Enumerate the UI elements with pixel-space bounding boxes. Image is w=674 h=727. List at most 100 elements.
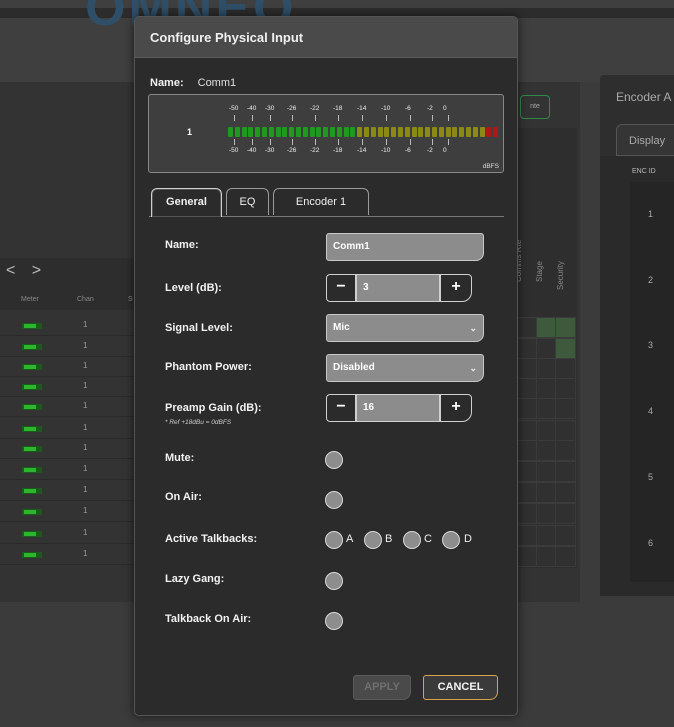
- meter-scale-label: -30: [265, 105, 275, 112]
- channel-row[interactable]: 1: [0, 398, 134, 417]
- meter-led: [316, 127, 322, 137]
- routing-cell[interactable]: [555, 546, 576, 567]
- meter-led: [391, 127, 397, 137]
- talkback-b-toggle[interactable]: [364, 531, 382, 549]
- row-chan: 1: [83, 320, 88, 329]
- routing-cell[interactable]: [536, 482, 557, 503]
- channel-row[interactable]: 1: [0, 440, 134, 459]
- partial-button[interactable]: nte: [520, 95, 550, 119]
- talkback-c-toggle[interactable]: [403, 531, 421, 549]
- routing-cell[interactable]: [555, 338, 576, 359]
- routing-cell[interactable]: [517, 461, 538, 482]
- routing-cell[interactable]: [555, 440, 576, 461]
- routing-cell[interactable]: [555, 398, 576, 419]
- page-nav-arrows[interactable]: < >: [6, 262, 47, 280]
- routing-cell[interactable]: [536, 525, 557, 546]
- channel-row[interactable]: 1: [0, 420, 134, 439]
- routing-cell[interactable]: [536, 338, 557, 359]
- routing-cell[interactable]: [517, 420, 538, 441]
- routing-cell[interactable]: [517, 503, 538, 524]
- row-chan: 1: [83, 485, 88, 494]
- on-air-toggle[interactable]: [325, 491, 343, 509]
- routing-cell[interactable]: [517, 317, 538, 338]
- routing-cell[interactable]: [536, 503, 557, 524]
- lazy-gang-toggle[interactable]: [325, 572, 343, 590]
- meter-scale-label: -10: [381, 147, 391, 154]
- channel-row[interactable]: 1: [0, 461, 134, 480]
- meter-scale-label: -2: [427, 105, 433, 112]
- routing-cell[interactable]: [555, 378, 576, 399]
- channel-row[interactable]: 1: [0, 317, 134, 336]
- channel-row[interactable]: 1: [0, 546, 134, 565]
- tab-display[interactable]: Display: [616, 124, 674, 156]
- meter-led: [486, 127, 492, 137]
- preamp-gain-input[interactable]: 16: [356, 394, 440, 422]
- row-meter: [22, 364, 42, 370]
- meter-tick: [292, 139, 293, 145]
- routing-cell[interactable]: [517, 358, 538, 379]
- routing-cell[interactable]: [555, 317, 576, 338]
- routing-cell[interactable]: [517, 398, 538, 419]
- routing-cell[interactable]: [536, 461, 557, 482]
- routing-cell[interactable]: [517, 440, 538, 461]
- mute-toggle[interactable]: [325, 451, 343, 469]
- routing-cell[interactable]: [536, 358, 557, 379]
- level-increment-button[interactable]: +: [440, 274, 472, 302]
- meter-scale-label: -40: [247, 105, 257, 112]
- meter-leds: [228, 127, 500, 137]
- preamp-gain-decrement-button[interactable]: −: [326, 394, 356, 422]
- talkback-d-toggle[interactable]: [442, 531, 460, 549]
- talkback-on-air-toggle[interactable]: [325, 612, 343, 630]
- routing-cell[interactable]: [517, 378, 538, 399]
- level-stepper: − 3 +: [326, 274, 472, 302]
- apply-button[interactable]: APPLY: [353, 675, 411, 700]
- channel-row[interactable]: 1: [0, 358, 134, 377]
- routing-cell[interactable]: [536, 420, 557, 441]
- routing-cell[interactable]: [555, 420, 576, 441]
- meter-scale-label: -26: [287, 105, 297, 112]
- vertical-label-security: Security: [556, 261, 565, 290]
- routing-cell[interactable]: [536, 440, 557, 461]
- level-decrement-button[interactable]: −: [326, 274, 356, 302]
- talkback-a-toggle[interactable]: [325, 531, 343, 549]
- routing-cell[interactable]: [517, 482, 538, 503]
- routing-cell[interactable]: [555, 525, 576, 546]
- tab-general[interactable]: General: [151, 188, 222, 217]
- meter-tick: [252, 139, 253, 145]
- cancel-button[interactable]: CANCEL: [423, 675, 498, 700]
- routing-cell[interactable]: [555, 503, 576, 524]
- meter-led: [282, 127, 288, 137]
- signal-level-label: Signal Level:: [165, 322, 233, 334]
- preamp-gain-increment-button[interactable]: +: [440, 394, 472, 422]
- col-header-chan: Chan: [77, 296, 94, 303]
- tab-eq[interactable]: EQ: [226, 188, 269, 215]
- preamp-gain-label: Preamp Gain (dB):: [165, 402, 262, 414]
- name-input[interactable]: Comm1: [326, 233, 484, 261]
- tab-encoder-1[interactable]: Encoder 1: [273, 188, 369, 215]
- level-input[interactable]: 3: [356, 274, 440, 302]
- talkback-on-air-label: Talkback On Air:: [165, 613, 252, 625]
- channel-row[interactable]: 1: [0, 525, 134, 544]
- meter-tick: [410, 115, 411, 121]
- routing-cell[interactable]: [536, 378, 557, 399]
- channel-row[interactable]: 1: [0, 482, 134, 501]
- routing-cell[interactable]: [517, 546, 538, 567]
- meter-tick: [386, 115, 387, 121]
- signal-level-select[interactable]: Mic ⌄: [326, 314, 484, 342]
- routing-cell[interactable]: [536, 398, 557, 419]
- phantom-power-select[interactable]: Disabled ⌄: [326, 354, 484, 382]
- routing-cell[interactable]: [517, 525, 538, 546]
- routing-cell[interactable]: [555, 358, 576, 379]
- meter-scale-label: -6: [405, 147, 411, 154]
- channel-row[interactable]: 1: [0, 503, 134, 522]
- routing-cell[interactable]: [536, 546, 557, 567]
- routing-cell[interactable]: [536, 317, 557, 338]
- channel-row[interactable]: 1: [0, 378, 134, 397]
- meter-scale-bottom: -50 -40 -30 -26 -22 -18 -14 -10 -6 -2 0: [229, 147, 499, 155]
- routing-cell[interactable]: [555, 482, 576, 503]
- encoder-panel-title: Encoder A: [616, 90, 672, 104]
- meter-led: [418, 127, 424, 137]
- channel-row[interactable]: 1: [0, 338, 134, 357]
- routing-cell[interactable]: [517, 338, 538, 359]
- routing-cell[interactable]: [555, 461, 576, 482]
